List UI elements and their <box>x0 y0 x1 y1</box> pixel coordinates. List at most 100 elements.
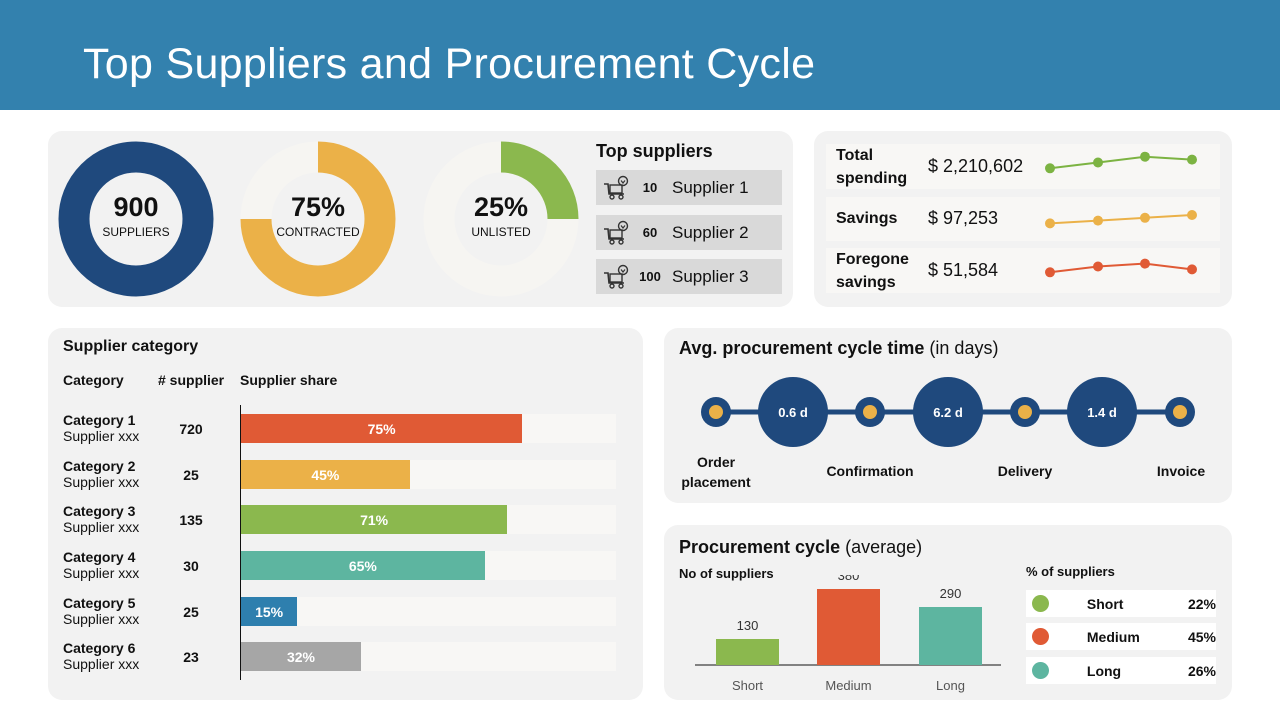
legend-pct: 26% <box>1187 662 1217 679</box>
step-dot <box>709 405 723 419</box>
kpi-total-spending: Total spending $ 2,210,602 <box>826 144 1220 189</box>
category-row: Category 2 Supplier xxx <box>63 458 139 491</box>
page-title: Top Suppliers and Procurement Cycle <box>83 40 816 88</box>
sparkline-point <box>1093 261 1103 272</box>
sparkline <box>1045 258 1197 278</box>
donut-value: 75% <box>290 192 346 222</box>
share-bar: 15% <box>241 597 298 626</box>
sparkline-point <box>1140 151 1150 162</box>
legend-dot <box>1032 595 1049 612</box>
kpi-label: Total spending <box>836 147 908 187</box>
sparkline-point <box>1140 258 1150 269</box>
supplier-count: 60 <box>642 225 658 240</box>
share-bar-label: 75% <box>367 420 396 437</box>
supplier-count: 10 <box>642 180 658 195</box>
sparkline-point <box>1045 218 1055 229</box>
top-supplier-row[interactable]: 100 Supplier 3 <box>596 259 782 294</box>
kpi-value: $ 2,210,602 <box>928 156 1024 176</box>
category-sub: Supplier xxx <box>63 656 140 672</box>
sparkline-point <box>1045 267 1055 278</box>
category-name: Category 4 <box>63 549 136 565</box>
category-sub: Supplier xxx <box>63 565 140 581</box>
bar-medium <box>817 589 880 665</box>
kpi-label: Savings <box>836 210 898 227</box>
column-header-category: Category <box>63 372 124 388</box>
share-bar: 65% <box>241 551 485 580</box>
share-bar: 75% <box>241 414 523 443</box>
category-sub: Supplier xxx <box>63 474 140 490</box>
duration-label: 6.2 d <box>933 405 963 420</box>
category-row: Category 3 Supplier xxx <box>63 503 139 536</box>
top-supplier-row[interactable]: 60 Supplier 2 <box>596 215 782 250</box>
header-bar: Top Suppliers and Procurement Cycle <box>0 0 1280 110</box>
shopping-cart-icon <box>604 264 629 289</box>
legend-name: Medium <box>1086 628 1140 645</box>
legend-dot <box>1032 628 1049 645</box>
sparkline-point <box>1187 264 1197 275</box>
share-bar-label: 65% <box>348 557 377 574</box>
legend-title: % of suppliers <box>1026 564 1115 579</box>
x-tick-label: Short <box>732 678 763 693</box>
share-bar-label: 45% <box>311 466 340 483</box>
sparkline-point <box>1093 157 1103 168</box>
share-bar-label: 32% <box>286 648 316 665</box>
category-sub: Supplier xxx <box>63 428 140 444</box>
share-bar-track: 15% <box>241 597 616 626</box>
share-bar-track: 45% <box>241 460 616 489</box>
supplier-name: Supplier 2 <box>672 222 749 242</box>
shopping-cart-icon <box>604 220 629 245</box>
step-dot <box>1173 405 1187 419</box>
legend-item-long: Long 26% <box>1026 657 1216 684</box>
sparkline-point <box>1045 163 1055 174</box>
donut-unlisted-label: 25% UNLISTED <box>441 192 561 239</box>
category-sub: Supplier xxx <box>63 611 140 627</box>
category-name: Category 2 <box>63 458 136 474</box>
category-name: Category 5 <box>63 595 136 611</box>
supplier-count: 100 <box>639 269 661 284</box>
sparkline-point <box>1140 212 1150 223</box>
sparkline-line <box>1049 262 1193 274</box>
share-bar: 32% <box>241 642 361 671</box>
column-header-share: Supplier share <box>240 372 338 388</box>
donut-caption: SUPPLIERS <box>102 225 170 239</box>
x-tick-label: Long <box>936 678 965 693</box>
category-sub: Supplier xxx <box>63 519 140 535</box>
sparkline <box>1045 210 1197 229</box>
cycle-timeline: 0.6 d 6.2 d 1.4 d <box>701 377 1195 447</box>
share-bar-track: 65% <box>241 551 616 580</box>
category-count: 30 <box>183 558 199 574</box>
donut-contracted-label: 75% CONTRACTED <box>258 192 378 239</box>
sparkline-point <box>1187 154 1197 165</box>
supplier-name: Supplier 3 <box>672 266 749 286</box>
kpi-label: Foregone savings <box>836 251 909 291</box>
top-supplier-row[interactable]: 10 Supplier 1 <box>596 170 782 205</box>
share-bar-label: 15% <box>255 603 284 620</box>
step-confirmation: Confirmation <box>826 463 914 479</box>
share-bar-label: 71% <box>360 511 389 528</box>
shopping-cart-icon <box>604 175 629 200</box>
category-row: Category 5 Supplier xxx <box>63 595 139 628</box>
share-bar: 45% <box>241 460 410 489</box>
donut-suppliers-label: 900 SUPPLIERS <box>76 192 196 239</box>
share-bar: 71% <box>241 505 508 534</box>
x-tick-label: Medium <box>825 678 871 693</box>
share-bar-track: 32% <box>241 642 616 671</box>
category-name: Category 6 <box>63 640 136 656</box>
top-suppliers-title: Top suppliers <box>596 141 713 161</box>
column-header-count: # supplier <box>158 372 225 388</box>
supplier-category-title: Supplier category <box>63 338 199 355</box>
bar-short <box>716 639 779 665</box>
duration-label: 1.4 d <box>1087 405 1117 420</box>
step-dot <box>1018 405 1032 419</box>
legend-item-short: Short 22% <box>1026 590 1216 617</box>
sparkline-point <box>1093 215 1103 226</box>
cycle-time-title: Avg. procurement cycle time (in days) <box>679 338 999 358</box>
bar-axis <box>240 405 241 680</box>
legend-pct: 45% <box>1187 628 1217 645</box>
bar-chart: 130 Short 380 Medium 290 Long <box>695 575 1001 693</box>
kpi-value: $ 51,584 <box>928 260 999 280</box>
bar-value-label: 130 <box>737 618 759 633</box>
bar-value-label: 380 <box>838 575 860 583</box>
category-count: 135 <box>179 512 203 528</box>
step-order-placement: Order placement <box>681 454 751 490</box>
